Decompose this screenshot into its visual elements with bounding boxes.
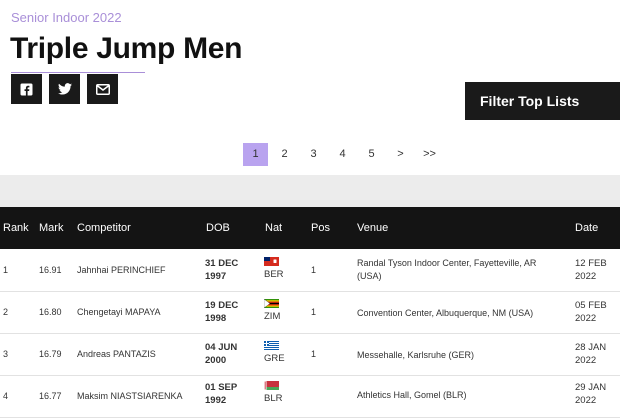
table-row[interactable]: 2 16.80 Chengetayi MAPAYA 19 DEC 1998 ZI… — [0, 291, 620, 334]
column-rank: Rank — [3, 222, 29, 234]
bermuda-flag-icon — [264, 257, 279, 266]
mark-cell: 16.91 — [39, 265, 62, 275]
column-mark: Mark — [39, 222, 64, 234]
date-day: 05 FEB — [575, 300, 607, 311]
column-date: Date — [575, 222, 599, 234]
venue-cell: Messehalle, Karlsruhe (GER) — [357, 350, 475, 360]
page-2-button[interactable]: 2 — [272, 143, 297, 166]
date-day: 12 FEB — [575, 258, 607, 269]
dob-cell: 31 DEC 1997 — [205, 257, 238, 283]
table-row[interactable]: 4 16.77 Maksim NIASTSIARENKA 01 SEP 1992… — [0, 375, 620, 418]
date-year: 2022 — [575, 395, 597, 406]
nat-cell: BER — [264, 257, 284, 280]
competitor-link[interactable]: Maksim NIASTSIARENKA — [77, 391, 183, 401]
dob-year: 1992 — [205, 395, 227, 406]
competitor-link[interactable]: Andreas PANTAZIS — [77, 349, 156, 359]
pos-cell: 1 — [311, 307, 317, 317]
column-pos: Pos — [311, 222, 330, 234]
venue-cell: Randal Tyson Indoor Center, Fayetteville… — [357, 258, 537, 281]
table-row[interactable]: 1 16.91 Jahnhai PERINCHIEF 31 DEC 1997 B… — [0, 249, 620, 292]
dob-cell: 19 DEC 1998 — [205, 299, 238, 325]
grey-band — [0, 175, 620, 207]
column-dob: DOB — [206, 222, 230, 234]
dob-day: 31 DEC — [205, 258, 239, 269]
dob-day: 01 SEP — [205, 382, 238, 393]
date-year: 2022 — [575, 355, 597, 366]
competitor-link[interactable]: Jahnhai PERINCHIEF — [77, 265, 166, 275]
rank-cell: 3 — [3, 349, 9, 359]
venue-cell: Athletics Hall, Gomel (BLR) — [357, 390, 467, 400]
share-facebook-button[interactable] — [11, 74, 42, 104]
nat-cell: BLR — [264, 381, 282, 404]
column-competitor: Competitor — [77, 222, 131, 234]
date-day: 29 JAN — [575, 382, 607, 393]
twitter-icon — [57, 83, 72, 95]
mark-cell: 16.80 — [39, 307, 62, 317]
share-twitter-button[interactable] — [49, 74, 80, 104]
rank-cell: 2 — [3, 307, 9, 317]
zimbabwe-flag-icon — [264, 299, 279, 308]
column-venue: Venue — [357, 222, 389, 234]
mark-cell: 16.77 — [39, 391, 62, 401]
rank-cell: 1 — [3, 265, 9, 275]
date-year: 2022 — [575, 313, 597, 324]
table-header: Rank Mark Competitor DOB Nat Pos Venue D… — [0, 207, 620, 249]
date-day: 28 JAN — [575, 342, 607, 353]
competitor-link[interactable]: Chengetayi MAPAYA — [77, 307, 161, 317]
date-year: 2022 — [575, 271, 597, 282]
date-cell: 12 FEB 2022 — [575, 257, 607, 283]
nat-cell: GRE — [264, 341, 285, 364]
pagination: 1 2 3 4 5 > >> — [243, 143, 446, 166]
nat-cell: ZIM — [264, 299, 280, 322]
dob-cell: 01 SEP 1992 — [205, 381, 237, 407]
page-subtitle: Senior Indoor 2022 — [11, 10, 122, 25]
dob-year: 1997 — [205, 271, 227, 282]
share-email-button[interactable] — [87, 74, 118, 104]
greece-flag-icon — [264, 341, 279, 350]
mark-cell: 16.79 — [39, 349, 62, 359]
page-4-button[interactable]: 4 — [330, 143, 355, 166]
table-row[interactable]: 3 16.79 Andreas PANTAZIS 04 JUN 2000 GRE… — [0, 333, 620, 376]
dob-day: 04 JUN — [205, 342, 238, 353]
venue-cell: Convention Center, Albuquerque, NM (USA) — [357, 308, 534, 318]
email-icon — [95, 83, 110, 95]
pos-cell: 1 — [311, 265, 317, 275]
date-cell: 05 FEB 2022 — [575, 299, 607, 325]
column-nat: Nat — [265, 222, 283, 234]
dob-year: 2000 — [205, 355, 227, 366]
belarus-flag-icon — [264, 381, 279, 390]
last-page-button[interactable]: >> — [417, 143, 442, 166]
dob-day: 19 DEC — [205, 300, 239, 311]
facebook-icon — [20, 83, 33, 95]
dob-year: 1998 — [205, 313, 227, 324]
next-page-button[interactable]: > — [388, 143, 413, 166]
filter-top-lists-button[interactable]: Filter Top Lists — [465, 82, 620, 120]
page-5-button[interactable]: 5 — [359, 143, 384, 166]
rank-cell: 4 — [3, 391, 9, 401]
page-1-button[interactable]: 1 — [243, 143, 268, 166]
page-3-button[interactable]: 3 — [301, 143, 326, 166]
dob-cell: 04 JUN 2000 — [205, 341, 237, 367]
page-title: Triple Jump Men — [10, 32, 243, 65]
title-underline — [11, 72, 145, 73]
date-cell: 28 JAN 2022 — [575, 341, 606, 367]
pos-cell: 1 — [311, 349, 317, 359]
date-cell: 29 JAN 2022 — [575, 381, 606, 407]
